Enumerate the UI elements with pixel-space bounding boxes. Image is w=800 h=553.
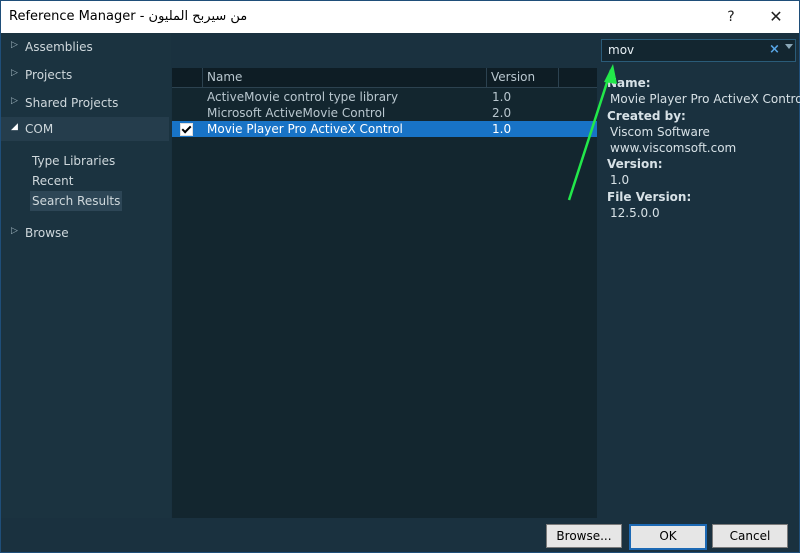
window-title: Reference Manager - من سيربح المليون (9, 9, 248, 24)
search-input[interactable]: mov (608, 43, 634, 57)
table-row-selected[interactable]: Movie Player Pro ActiveX Control 1.0 (172, 121, 597, 137)
header-separator (486, 68, 487, 87)
sidebar-subitem-search-results[interactable]: Search Results (30, 191, 123, 211)
cancel-button[interactable]: Cancel (712, 524, 788, 548)
grid-header: Name Version (172, 68, 597, 88)
details-version-label: Version: (607, 157, 663, 171)
sidebar: ▷ Assemblies ▷ Projects ▷ Shared Project… (1, 33, 171, 518)
sidebar-item-browse[interactable]: ▷ Browse (1, 221, 169, 245)
results-grid: Name Version ActiveMovie control type li… (172, 68, 597, 518)
details-file-version-label: File Version: (607, 190, 692, 204)
row-version: 2.0 (492, 106, 512, 120)
details-name-label: Name: (607, 76, 651, 90)
details-version-value: 1.0 (610, 173, 630, 187)
sidebar-item-label: Shared Projects (25, 96, 119, 110)
title-bar: Reference Manager - من سيربح المليون ? ✕ (1, 1, 799, 33)
expand-arrow-icon: ▷ (11, 226, 18, 236)
details-name-value: Movie Player Pro ActiveX Control (610, 92, 800, 106)
ok-button[interactable]: OK (629, 524, 707, 550)
dialog-footer: Browse... OK Cancel (1, 518, 799, 552)
reference-manager-window: Reference Manager - من سيربح المليون ? ✕… (0, 0, 800, 553)
expand-arrow-icon: ▷ (11, 96, 18, 106)
row-name: Movie Player Pro ActiveX Control (207, 122, 403, 136)
sidebar-item-assemblies[interactable]: ▷ Assemblies (1, 35, 169, 59)
sidebar-item-label: COM (25, 122, 54, 136)
sidebar-item-label: Projects (25, 68, 73, 82)
details-file-version-value: 12.5.0.0 (610, 206, 660, 220)
search-box[interactable]: mov × (601, 39, 796, 62)
details-created-label: Created by: (607, 109, 686, 123)
row-checkbox[interactable] (180, 123, 193, 136)
details-created-url: www.viscomsoft.com (610, 141, 737, 155)
row-version: 1.0 (492, 90, 512, 104)
row-name: ActiveMovie control type library (207, 90, 399, 104)
help-button[interactable]: ? (711, 5, 751, 29)
row-name: Microsoft ActiveMovie Control (207, 106, 386, 120)
sidebar-item-label: Assemblies (25, 40, 93, 54)
table-row[interactable]: Microsoft ActiveMovie Control 2.0 (172, 105, 597, 121)
details-panel: mov × Name: Movie Player Pro ActiveX Con… (599, 33, 800, 518)
details-created-value: Viscom Software (610, 125, 710, 139)
sidebar-subitem-recent[interactable]: Recent (30, 171, 75, 191)
sidebar-item-projects[interactable]: ▷ Projects (1, 63, 169, 87)
expand-arrow-icon: ▷ (11, 40, 18, 50)
expand-arrow-icon: ▷ (11, 68, 18, 78)
sidebar-item-com[interactable]: ◢ COM (1, 117, 169, 141)
table-row[interactable]: ActiveMovie control type library 1.0 (172, 89, 597, 105)
close-button[interactable]: ✕ (756, 5, 796, 29)
header-separator (558, 68, 559, 87)
row-version: 1.0 (492, 122, 512, 136)
collapse-arrow-icon: ◢ (11, 122, 18, 132)
sidebar-subitem-type-libraries[interactable]: Type Libraries (30, 151, 117, 171)
column-header-name[interactable]: Name (207, 70, 242, 84)
browse-button[interactable]: Browse... (546, 524, 622, 548)
header-separator (202, 68, 203, 87)
column-header-version[interactable]: Version (491, 70, 535, 84)
sidebar-item-label: Browse (25, 226, 69, 240)
sidebar-item-shared-projects[interactable]: ▷ Shared Projects (1, 91, 169, 115)
clear-search-icon[interactable]: × (769, 42, 780, 57)
dropdown-arrow-icon[interactable] (785, 44, 793, 49)
